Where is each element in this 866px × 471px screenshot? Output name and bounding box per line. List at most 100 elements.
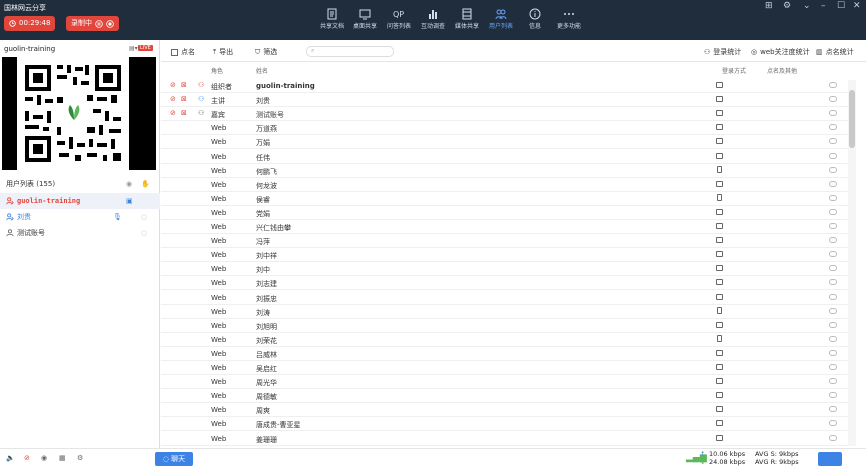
minimize-icon[interactable]: – [821, 1, 826, 11]
close-icon[interactable]: ✕ [853, 1, 861, 11]
camera-muted-icon[interactable]: ⊠ [181, 109, 188, 117]
chat-button[interactable]: ◌ 聊天 [155, 452, 193, 466]
camera-muted-icon[interactable]: ⊠ [181, 81, 188, 89]
export-button[interactable]: ⤒ 导出 [213, 47, 233, 57]
chat-bubble-icon[interactable] [829, 392, 837, 399]
toolbar-tab-media[interactable]: 媒体共享 [450, 6, 484, 30]
rollcall-stats-button[interactable]: ▥ 点名统计 [816, 47, 854, 57]
table-row[interactable]: Web 吴启红 [161, 361, 854, 376]
row-role: Web [211, 251, 227, 260]
table-row[interactable]: Web 侯睿 [161, 192, 854, 206]
table-row[interactable]: Web 刘振忠 [161, 291, 854, 305]
rollcall-button[interactable]: 点名 [171, 47, 195, 57]
table-row[interactable]: Web 唐成贵-曹亚星 [161, 417, 854, 432]
chat-bubble-icon[interactable] [829, 110, 837, 117]
user-item-organizer[interactable]: guolin-training ▣ [0, 193, 160, 209]
table-row[interactable]: Web 刘荣花 [161, 333, 854, 347]
chat-bubble-icon[interactable] [829, 223, 837, 229]
table-row[interactable]: Web 姜珊珊 [161, 432, 854, 446]
chat-bubble-icon[interactable] [829, 293, 837, 300]
scrollbar-thumb[interactable] [849, 90, 855, 148]
layout-icon[interactable]: ⊞ [765, 1, 773, 11]
chat-bubble-icon[interactable] [829, 124, 837, 131]
toolbar-tab-survey[interactable]: 互动调查 [416, 6, 450, 30]
chat-bubble-icon[interactable] [829, 208, 837, 215]
table-row[interactable]: ⊘ ⊠ ⚇ 组织者 guolin-training [161, 79, 854, 94]
mic-muted-icon[interactable]: ⊘ [170, 81, 177, 89]
table-row[interactable]: Web 万道燕 [161, 121, 854, 136]
toolbar-tab-more[interactable]: 更多功能 [552, 6, 586, 30]
chat-bubble-icon[interactable] [829, 194, 837, 201]
login-stats-button[interactable]: ⚇ 登录统计 [704, 47, 741, 57]
chat-bubble-icon[interactable] [829, 335, 837, 342]
table-row[interactable]: ⊘ ⊠ ⚇ 主讲 刘贵 [161, 93, 854, 108]
web-attention-button[interactable]: ◎ web关注度统计 [751, 47, 810, 57]
table-row[interactable]: Web 刘中 [161, 262, 854, 277]
mic-muted-icon[interactable]: ⊘ [170, 109, 177, 117]
screen-icon[interactable]: ▦ [59, 454, 66, 462]
camera-muted-icon[interactable]: ⊠ [181, 95, 188, 103]
table-row[interactable]: ⊘ ⊠ ⚇ 嘉宾 测试账号 [161, 107, 854, 122]
camera-icon[interactable]: ▤▾ [129, 45, 138, 52]
chat-bubble-icon[interactable] [829, 434, 837, 441]
toolbar-tab-users[interactable]: 用户列表 [484, 6, 518, 30]
chat-bubble-icon[interactable]: ◌ [141, 225, 147, 241]
table-row[interactable]: Web 周爽 [161, 403, 854, 418]
table-row[interactable]: Web 何龙波 [161, 178, 854, 192]
gear-icon[interactable]: ⚙ [783, 1, 791, 11]
table-row[interactable]: Web 周德敏 [161, 389, 854, 404]
chat-bubble-icon[interactable] [829, 420, 837, 427]
camera-icon[interactable]: ◉ [41, 454, 47, 462]
table-row[interactable]: Web 刘志建 [161, 276, 854, 291]
toolbar-tab-qa[interactable]: QP 问答列表 [382, 6, 416, 31]
table-row[interactable]: Web 兴仁钱由攀 [161, 220, 854, 235]
chat-bubble-icon[interactable] [829, 152, 837, 159]
search-input[interactable]: ⌕ [306, 46, 394, 57]
filter-button[interactable]: ⛉ 筛选 [255, 47, 277, 57]
chat-bubble-icon[interactable] [829, 82, 837, 88]
chat-bubble-icon[interactable] [829, 180, 837, 187]
table-row[interactable]: Web 万娟 [161, 135, 854, 150]
chat-bubble-icon[interactable] [829, 307, 837, 314]
table-row[interactable]: Web 冯萍 [161, 234, 854, 249]
toolbar-tab-desktop[interactable]: 桌面共享 [348, 6, 382, 30]
user-item-presenter[interactable]: 刘贵 🎙 ◌ [0, 209, 160, 225]
user-item-guest[interactable]: 测试账号 ◌ [0, 225, 160, 241]
chat-bubble-icon[interactable] [829, 237, 837, 244]
settings-icon[interactable]: ⚙ [77, 454, 83, 462]
toolbar-tab-label: 信息 [528, 23, 541, 30]
mic-muted-icon[interactable]: ⊘ [24, 454, 30, 462]
toolbar-tab-info[interactable]: 信息 [518, 6, 552, 30]
chevron-down-icon[interactable]: ⌄ [803, 1, 811, 11]
chat-bubble-icon[interactable] [829, 279, 837, 286]
table-row[interactable]: Web 刘旭明 [161, 319, 854, 333]
table-row[interactable]: Web 刘涛 [161, 305, 854, 319]
table-row[interactable]: Web 何鹏飞 [161, 164, 854, 178]
chat-bubble-icon[interactable] [829, 138, 837, 145]
row-name: 姜珊珊 [256, 435, 277, 444]
mic-muted-icon[interactable]: ⊘ [170, 95, 177, 103]
record-button[interactable]: 录制中 [66, 16, 119, 31]
mic-all-icon[interactable]: ◉ [126, 176, 132, 192]
chat-bubble-icon[interactable] [829, 349, 837, 356]
chat-bubble-icon[interactable] [829, 378, 837, 385]
table-row[interactable]: Web 党娟 [161, 206, 854, 220]
chat-bubble-icon[interactable] [829, 96, 837, 103]
checkbox-icon [171, 48, 178, 56]
chat-bubble-icon[interactable] [829, 265, 837, 272]
volume-icon[interactable]: 🔈 [6, 454, 15, 462]
table-row[interactable]: Web 吕威林 [161, 347, 854, 361]
chat-bubble-icon[interactable] [829, 166, 837, 173]
chat-bubble-icon[interactable] [829, 321, 837, 328]
toolbar-tab-document[interactable]: 共享文档 [315, 6, 349, 30]
hand-icon[interactable]: ✋ [141, 176, 150, 192]
table-row[interactable]: Web 周光华 [161, 375, 854, 390]
table-row[interactable]: Web 任伟 [161, 150, 854, 164]
chat-bubble-icon[interactable] [829, 251, 837, 258]
maximize-icon[interactable]: ☐ [837, 1, 845, 11]
chat-bubble-icon[interactable] [829, 364, 837, 370]
chat-bubble-icon[interactable] [829, 406, 837, 413]
chat-bubble-icon[interactable]: ◌ [141, 209, 147, 225]
scrollbar[interactable] [848, 80, 856, 446]
table-row[interactable]: Web 刘中祥 [161, 248, 854, 263]
